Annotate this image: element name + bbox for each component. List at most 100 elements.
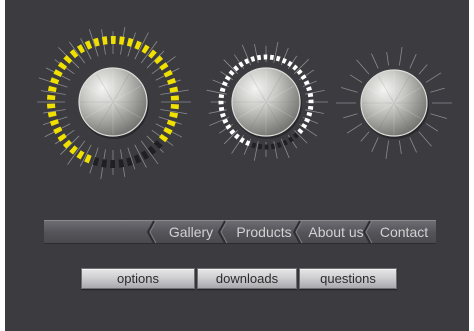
knob-small-plain[interactable] xyxy=(335,44,453,162)
knob-ray xyxy=(349,74,363,83)
background-panel: Gallery Products About us Contact option… xyxy=(5,0,469,331)
knob-ring-segment xyxy=(140,150,150,160)
knob-ring-segment xyxy=(233,65,240,72)
knob-ring-segment xyxy=(126,157,133,167)
nav-item-gallery[interactable]: Gallery xyxy=(156,220,226,244)
knob-medium-white[interactable] xyxy=(203,39,329,165)
knob-ring-segment xyxy=(93,37,100,47)
knob-ring-segment xyxy=(228,69,235,76)
knob-ring-segment xyxy=(292,64,299,71)
knob-ring-segment xyxy=(296,69,303,76)
knob-ray xyxy=(305,89,325,95)
knob-ring-segment xyxy=(219,87,226,93)
knob-ray xyxy=(418,64,428,75)
knob-ring-segment xyxy=(53,126,63,135)
knob-ring-segment xyxy=(69,145,78,155)
knob-ring-segment xyxy=(220,112,226,118)
knob-ray xyxy=(399,46,403,66)
knob-ring-segment xyxy=(281,57,287,64)
knob-ray xyxy=(254,43,259,63)
knob-ring-segment xyxy=(101,36,108,45)
knob-ring-segment xyxy=(118,159,125,168)
knob-ring-segment xyxy=(141,44,150,54)
knob-ring-segment xyxy=(244,58,250,65)
knob-ring-segment xyxy=(47,85,57,93)
nav-item-products[interactable]: Products xyxy=(227,220,301,244)
knob-ring-segment xyxy=(126,37,134,47)
nav-home-segment[interactable] xyxy=(44,220,144,244)
knob-ray xyxy=(360,131,370,142)
knob-ray xyxy=(343,113,358,119)
knob-ring-segment xyxy=(275,55,281,62)
knob-ring-segment xyxy=(276,142,282,148)
knob-ring-segment xyxy=(301,123,308,129)
knob-ring-segment xyxy=(306,111,313,117)
knob-ring-segment xyxy=(225,123,232,130)
nav-item-about-us[interactable]: About us xyxy=(301,220,371,244)
knob-ring-segment xyxy=(53,69,63,78)
knob-ring-segment xyxy=(218,106,225,112)
knob-ray xyxy=(341,87,358,93)
options-button[interactable]: options xyxy=(81,268,195,289)
knob-ray xyxy=(418,131,432,147)
downloads-button[interactable]: downloads xyxy=(197,268,297,289)
questions-button[interactable]: questions xyxy=(299,268,397,289)
knob-ring-segment xyxy=(251,142,257,149)
knob-ring-segment xyxy=(101,159,108,168)
knob-ring-segment xyxy=(153,140,163,150)
knob-ray xyxy=(386,52,389,66)
knob-ring-segment xyxy=(49,119,60,127)
knob-ray xyxy=(208,109,227,114)
knob-ring-segment xyxy=(292,132,299,139)
knob-ring-segment xyxy=(84,154,92,164)
knob-ray xyxy=(371,137,379,152)
knob-ray xyxy=(430,87,445,93)
knob-ray xyxy=(409,137,417,153)
knob-ring-segment xyxy=(47,111,57,118)
knob-ray xyxy=(356,59,370,75)
knob-ring-segment xyxy=(282,139,288,146)
knob-ring-segment xyxy=(50,77,60,85)
knob-ring-segment xyxy=(306,86,312,92)
knob-ring-segment xyxy=(233,133,240,140)
knob-ring-segment xyxy=(256,54,262,61)
knob-ring-segment xyxy=(239,137,245,144)
knob-ring-segment xyxy=(304,117,311,123)
knob-ring-segment xyxy=(133,154,142,164)
knob-ring-segment xyxy=(159,62,169,71)
nav-item-contact[interactable]: Contact xyxy=(372,220,436,244)
knob-ring-segment xyxy=(270,143,276,150)
knob-ring-segment xyxy=(300,74,307,81)
knob-ring-segment xyxy=(250,56,256,62)
knob-large-yellow[interactable] xyxy=(34,23,192,181)
knob-ring-segment xyxy=(148,49,157,59)
knob-ring-segment xyxy=(169,86,179,93)
knob-ring-segment xyxy=(222,118,229,124)
knob-ring-segment xyxy=(166,119,176,127)
knob-ring-segment xyxy=(158,133,169,143)
knob-ring-segment xyxy=(303,80,310,86)
knob-ring-segment xyxy=(76,44,86,54)
knob-ring-segment xyxy=(238,61,245,68)
knob-ring-segment xyxy=(147,145,157,155)
knob-ring-segment xyxy=(163,126,173,135)
knob-ring-segment xyxy=(134,40,142,50)
knob-ring-segment xyxy=(166,77,177,85)
knob-ray xyxy=(425,72,442,83)
knob-ring-segment xyxy=(221,81,228,87)
knob-ring-segment xyxy=(169,111,179,119)
knob-ray xyxy=(425,123,439,132)
knob-ring-segment xyxy=(287,60,293,67)
knob-ring-segment xyxy=(297,128,304,135)
nav-bar: Gallery Products About us Contact xyxy=(44,220,436,244)
knob-ray xyxy=(371,53,379,69)
knob-ring-segment xyxy=(63,54,73,64)
knob-ray xyxy=(273,141,278,159)
knob-ring-segment xyxy=(76,150,85,160)
knob-ring-segment xyxy=(154,55,164,65)
knob-ray xyxy=(399,140,402,154)
knob-ring-segment xyxy=(62,139,72,149)
knob-ring-segment xyxy=(92,157,100,167)
knob-ring-segment xyxy=(229,128,236,135)
knob-ring-segment xyxy=(69,49,79,59)
